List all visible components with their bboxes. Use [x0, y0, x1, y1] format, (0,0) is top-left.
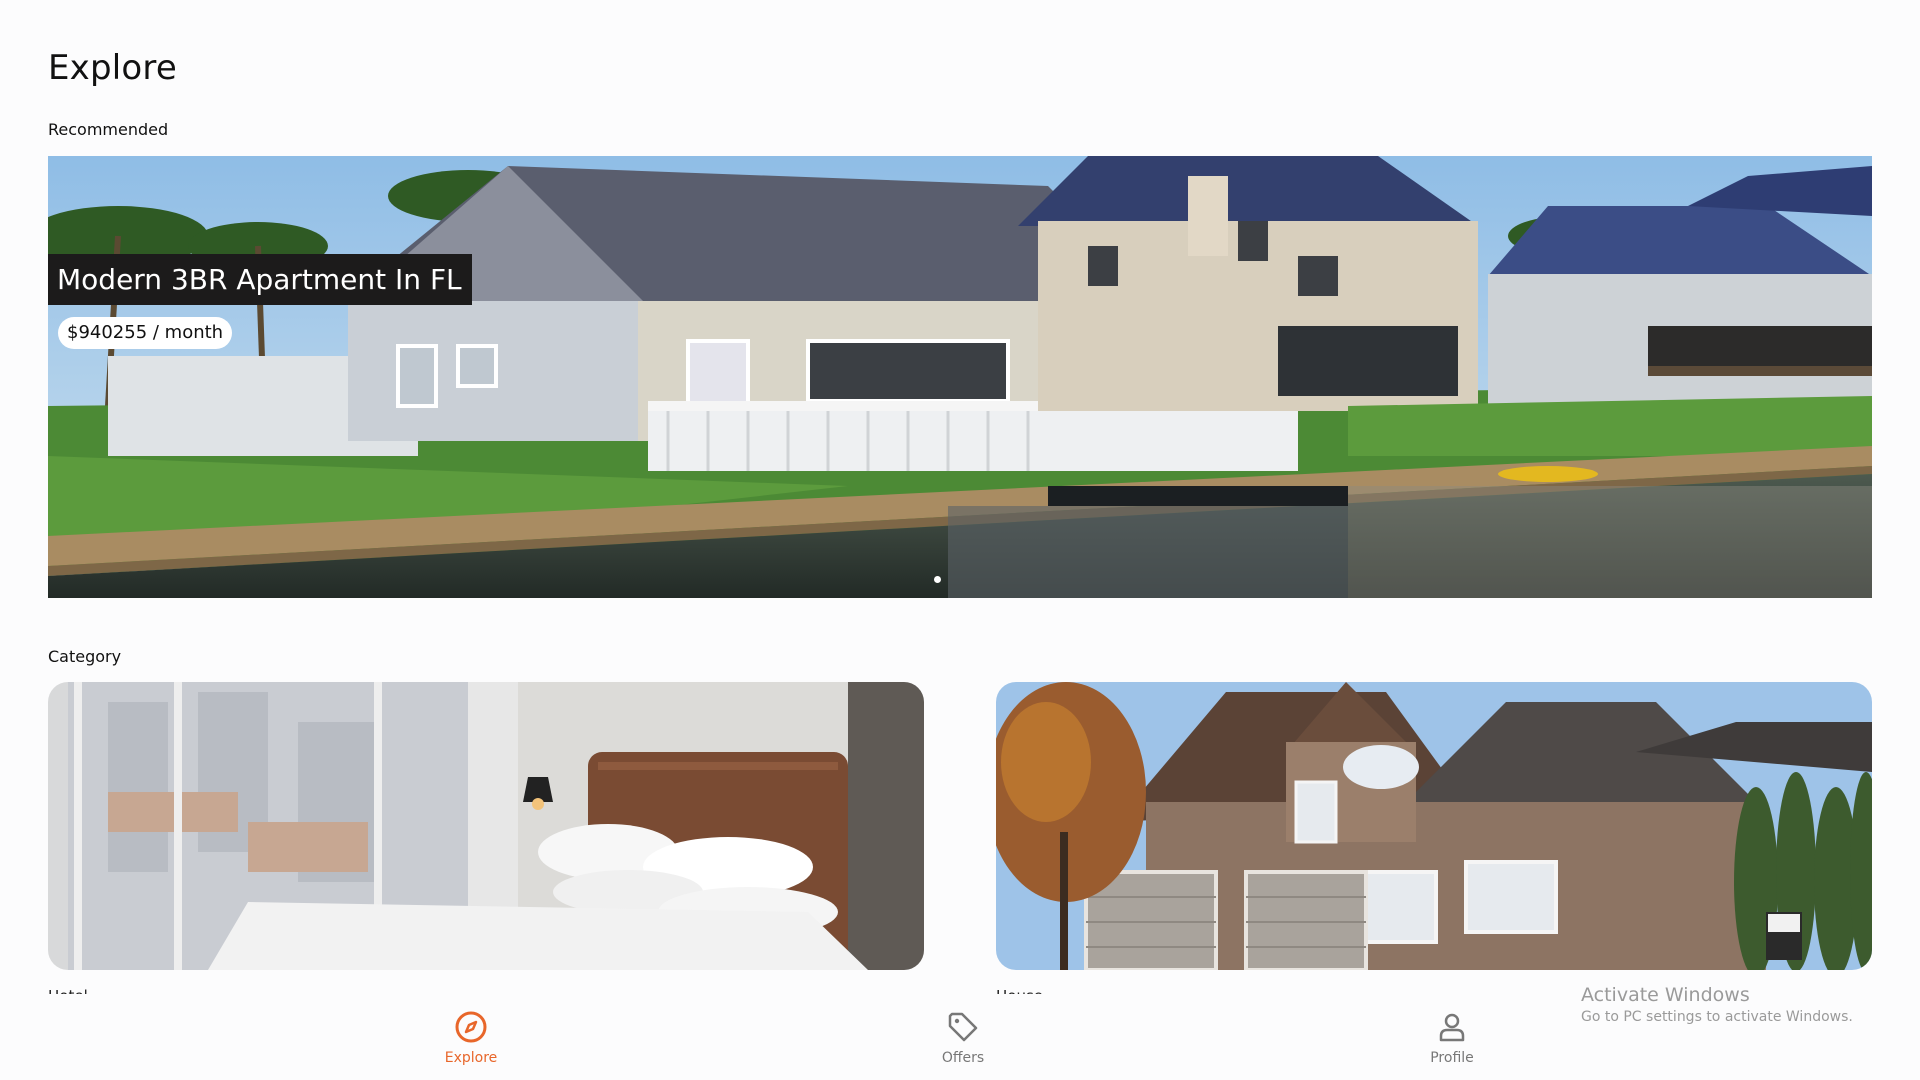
featured-listing-price-badge: $940255 / month: [58, 317, 233, 349]
watermark-line-1: Activate Windows: [1581, 984, 1750, 1006]
tag-icon: [948, 1012, 978, 1042]
nav-label-explore: Explore: [444, 1050, 498, 1066]
category-card-house[interactable]: [996, 682, 1872, 970]
nav-item-offers[interactable]: Offers: [903, 1010, 1023, 1066]
nav-label-profile: Profile: [1430, 1050, 1474, 1066]
windows-activation-watermark: Activate Windows Go to PC settings to ac…: [1581, 984, 1853, 1025]
featured-listing-title: Modern 3BR Apartment In FL: [48, 254, 472, 305]
page-title: Explore: [48, 48, 177, 88]
bedroom-photo: [48, 682, 924, 970]
watermark-line-2: Go to PC settings to activate Windows.: [1581, 1009, 1853, 1025]
category-label: Category: [48, 647, 122, 666]
featured-listing-carousel[interactable]: Modern 3BR Apartment In FL $940255 / mon…: [48, 156, 1872, 598]
brick-house-photo: [996, 682, 1872, 970]
nav-item-explore[interactable]: Explore: [411, 1010, 531, 1066]
compass-icon: [455, 1011, 487, 1043]
nav-item-profile[interactable]: Profile: [1392, 1010, 1512, 1066]
nav-label-offers: Offers: [941, 1050, 985, 1066]
carousel-pagination: [934, 576, 941, 583]
category-card-hotel[interactable]: [48, 682, 924, 970]
featured-listing-image: [48, 156, 1872, 598]
explore-page: Explore Recommended Modern 3BR Apartment…: [0, 0, 1920, 1080]
user-icon: [1439, 1013, 1465, 1042]
carousel-dot-active[interactable]: [934, 576, 941, 583]
recommended-label: Recommended: [48, 120, 169, 139]
